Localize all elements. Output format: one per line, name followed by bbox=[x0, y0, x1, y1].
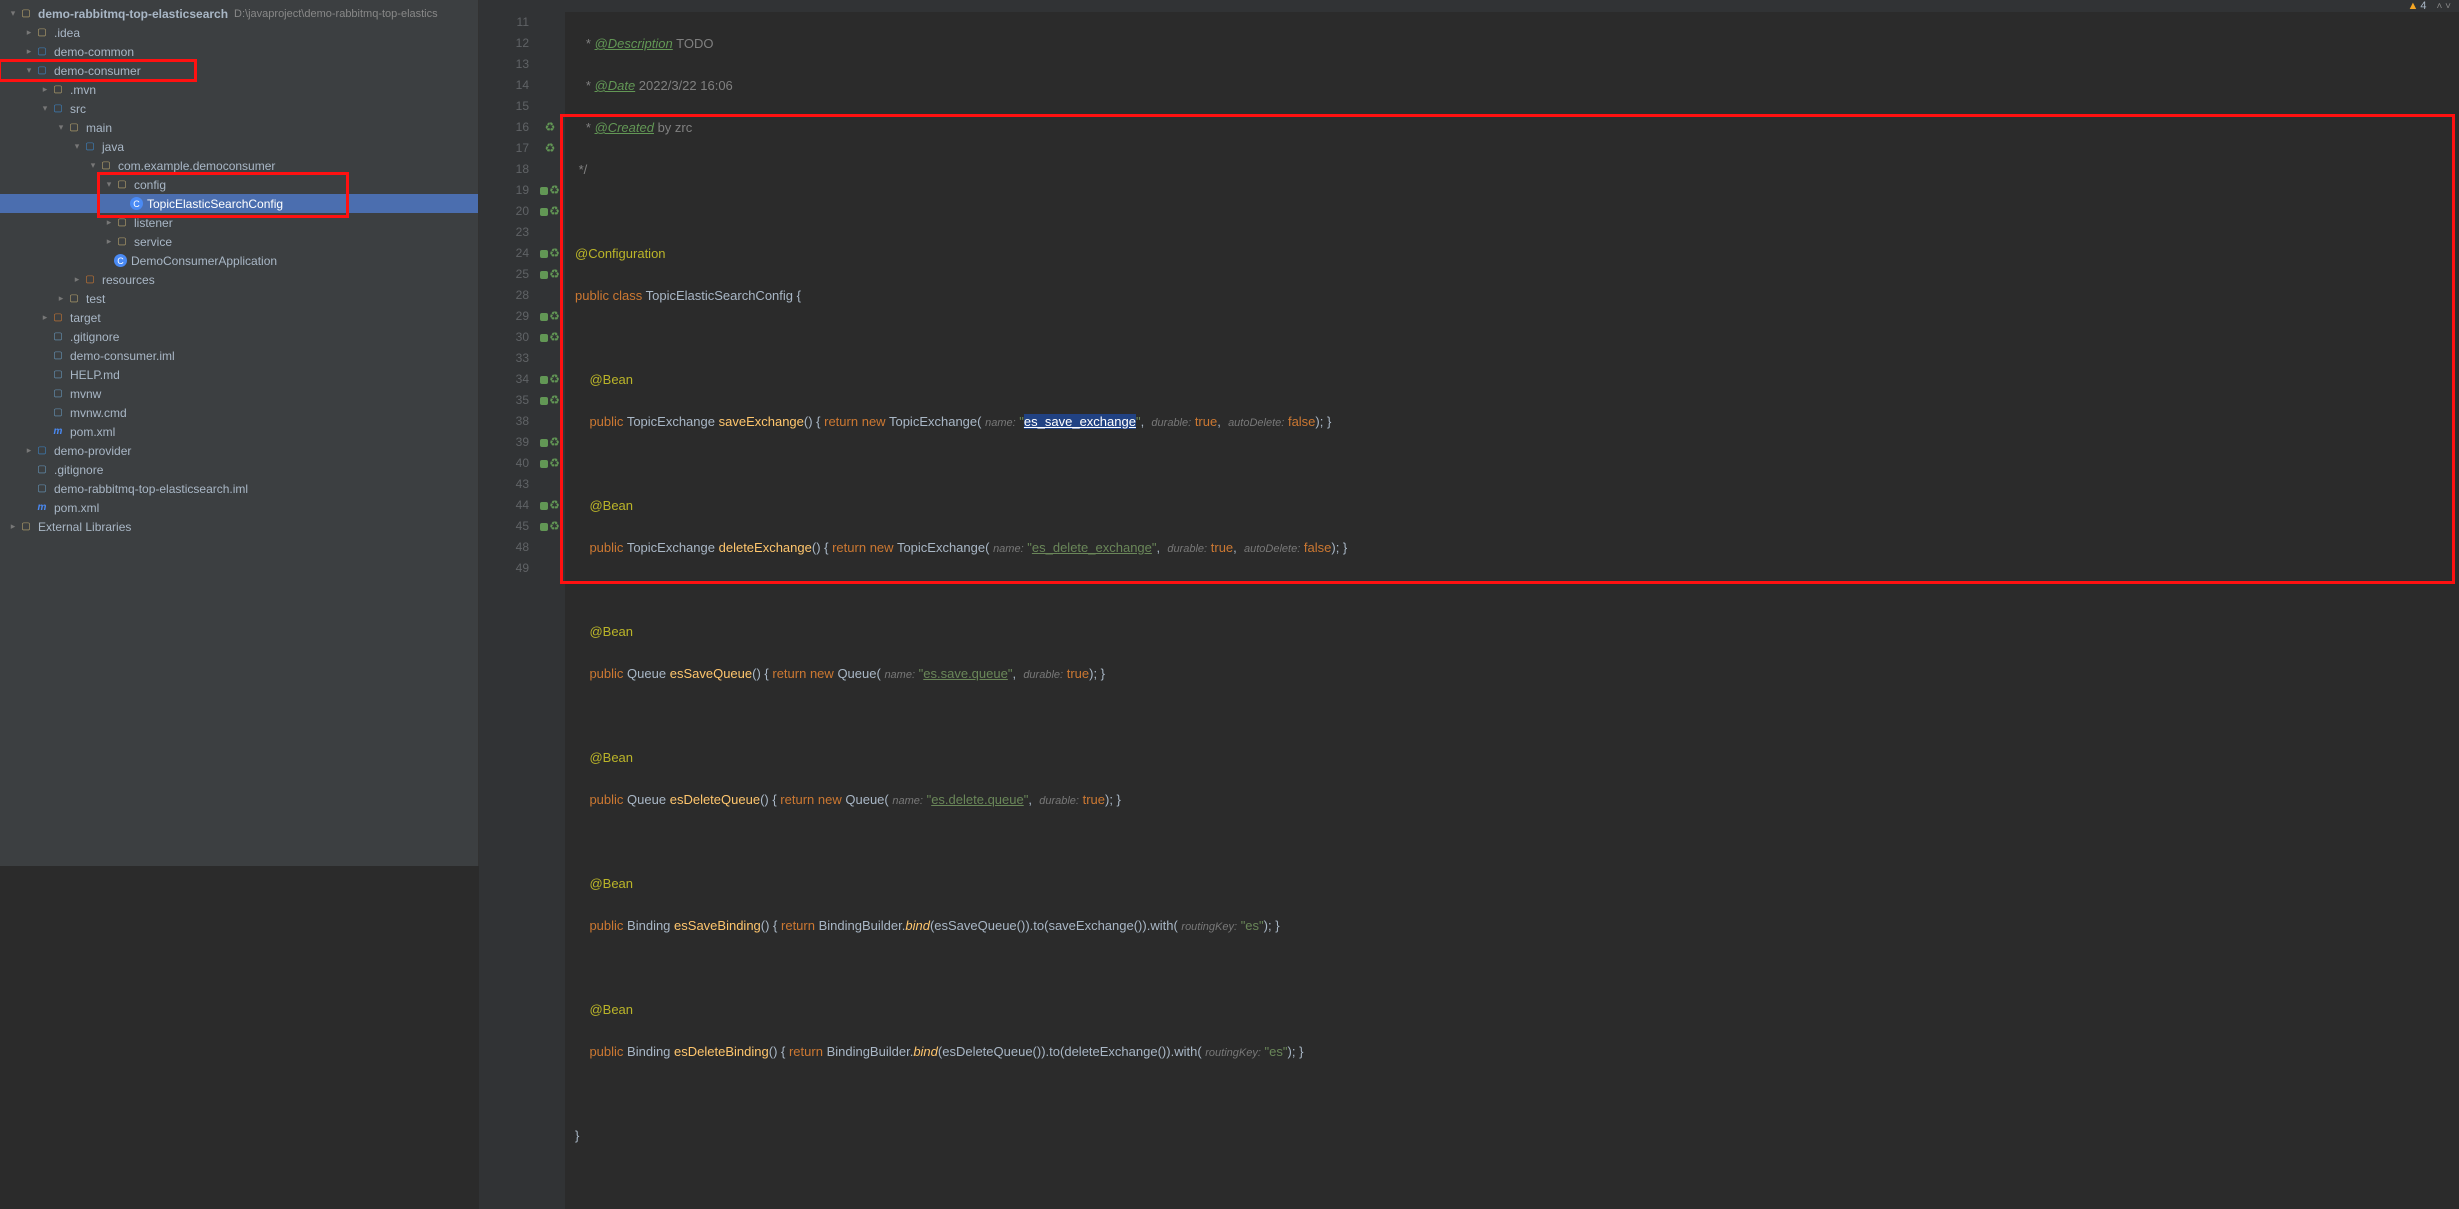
package-icon: ▢ bbox=[114, 215, 130, 231]
line-gutter: 1112131415161718192023242528293033343538… bbox=[479, 12, 535, 1209]
file-icon: ▢ bbox=[34, 462, 50, 478]
gutter-icons: ♻♻♻♻♻♻♻♻♻♻♻♻♻♻ bbox=[535, 12, 565, 1209]
tree-item-test[interactable]: ▸▢test bbox=[0, 289, 478, 308]
tree-item-extlib[interactable]: ▸▢External Libraries bbox=[0, 517, 478, 536]
class-icon: C bbox=[114, 254, 127, 267]
tree-item-pkg[interactable]: ▾▢com.example.democonsumer bbox=[0, 156, 478, 175]
module-icon: ▢ bbox=[34, 63, 50, 79]
tree-item-provider[interactable]: ▸▢demo-provider bbox=[0, 441, 478, 460]
tree-item-gitignore2[interactable]: ▢.gitignore bbox=[0, 460, 478, 479]
project-tree-panel: ▾▢ demo-rabbitmq-top-elasticsearch D:\ja… bbox=[0, 0, 479, 866]
folder-icon: ▢ bbox=[50, 101, 66, 117]
root-label: demo-rabbitmq-top-elasticsearch bbox=[38, 7, 228, 21]
tree-root[interactable]: ▾▢ demo-rabbitmq-top-elasticsearch D:\ja… bbox=[0, 4, 478, 23]
file-icon: ▢ bbox=[34, 481, 50, 497]
folder-icon: ▢ bbox=[66, 291, 82, 307]
library-icon: ▢ bbox=[18, 519, 34, 535]
tree-item-pom[interactable]: mpom.xml bbox=[0, 422, 478, 441]
module-icon: ▢ bbox=[34, 443, 50, 459]
target-icon: ▢ bbox=[50, 310, 66, 326]
tree-item-mvn[interactable]: ▸▢.mvn bbox=[0, 80, 478, 99]
module-icon: ▢ bbox=[34, 44, 50, 60]
file-icon: ▢ bbox=[50, 329, 66, 345]
folder-icon: ▢ bbox=[82, 139, 98, 155]
tree-item-idea[interactable]: ▸▢.idea bbox=[0, 23, 478, 42]
editor-body: 1112131415161718192023242528293033343538… bbox=[479, 12, 2459, 1209]
tree-item-main[interactable]: ▾▢main bbox=[0, 118, 478, 137]
tree-item-common[interactable]: ▸▢demo-common bbox=[0, 42, 478, 61]
tree-item-listener[interactable]: ▸▢listener bbox=[0, 213, 478, 232]
tree-item-config[interactable]: ▾▢config bbox=[0, 175, 478, 194]
tree-item-resources[interactable]: ▸▢resources bbox=[0, 270, 478, 289]
tree-item-appclass[interactable]: CDemoConsumerApplication bbox=[0, 251, 478, 270]
root-path: D:\javaproject\demo-rabbitmq-top-elastic… bbox=[234, 8, 438, 20]
project-tree[interactable]: ▾▢ demo-rabbitmq-top-elasticsearch D:\ja… bbox=[0, 0, 478, 866]
tree-item-rootiml[interactable]: ▢demo-rabbitmq-top-elasticsearch.iml bbox=[0, 479, 478, 498]
tree-item-iml[interactable]: ▢demo-consumer.iml bbox=[0, 346, 478, 365]
tree-item-pom2[interactable]: mpom.xml bbox=[0, 498, 478, 517]
editor-area: ▲ 4 ˄ ˅ 11121314151617181920232425282930… bbox=[479, 0, 2459, 866]
editor-status-bar: ▲ 4 ˄ ˅ bbox=[479, 0, 2459, 12]
file-icon: ▢ bbox=[50, 348, 66, 364]
folder-icon: ▢ bbox=[18, 6, 34, 22]
tree-item-javafolder[interactable]: ▾▢java bbox=[0, 137, 478, 156]
package-icon: ▢ bbox=[114, 177, 130, 193]
tree-item-topic-class[interactable]: CTopicElasticSearchConfig bbox=[0, 194, 478, 213]
nav-updown-icon[interactable]: ˄ ˅ bbox=[2437, 1, 2451, 12]
warning-icon: ▲ bbox=[2408, 0, 2419, 12]
tree-item-src[interactable]: ▾▢src bbox=[0, 99, 478, 118]
file-icon: ▢ bbox=[50, 405, 66, 421]
package-icon: ▢ bbox=[98, 158, 114, 174]
file-icon: ▢ bbox=[50, 386, 66, 402]
tree-item-target[interactable]: ▸▢target bbox=[0, 308, 478, 327]
file-icon: ▢ bbox=[50, 367, 66, 383]
class-icon: C bbox=[130, 197, 143, 210]
warning-count[interactable]: 4 bbox=[2420, 0, 2426, 12]
pom-icon: m bbox=[34, 500, 50, 516]
code-area[interactable]: * @Description TODO * @Date 2022/3/22 16… bbox=[565, 12, 2459, 1209]
resources-icon: ▢ bbox=[82, 272, 98, 288]
tree-item-help[interactable]: ▢HELP.md bbox=[0, 365, 478, 384]
package-icon: ▢ bbox=[114, 234, 130, 250]
tree-item-consumer[interactable]: ▾▢demo-consumer bbox=[0, 61, 195, 80]
tree-item-mvnwcmd[interactable]: ▢mvnw.cmd bbox=[0, 403, 478, 422]
tree-item-mvnw[interactable]: ▢mvnw bbox=[0, 384, 478, 403]
pom-icon: m bbox=[50, 424, 66, 440]
folder-icon: ▢ bbox=[66, 120, 82, 136]
tree-item-gitignore[interactable]: ▢.gitignore bbox=[0, 327, 478, 346]
tree-item-service[interactable]: ▸▢service bbox=[0, 232, 478, 251]
folder-icon: ▢ bbox=[34, 25, 50, 41]
folder-icon: ▢ bbox=[50, 82, 66, 98]
